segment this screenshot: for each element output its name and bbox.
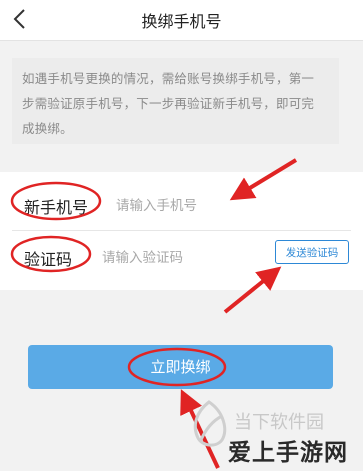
code-label: 验证码 (24, 250, 73, 269)
page-title: 换绑手机号 (141, 12, 222, 31)
info-notice: 如遇手机号更换的情况，需给账号换绑手机号，第一 步需验证原手机号，下一步再验证新… (12, 58, 339, 144)
rebind-submit-button[interactable]: 立即换绑 (28, 345, 333, 389)
watermark-logo-icon (193, 400, 227, 447)
rebind-form: 新手机号 验证码 发送验证码 (0, 172, 363, 290)
watermark-text-2: 爱上手游网 (228, 440, 348, 466)
notice-line: 步需验证原手机号，下一步再验证新手机号，即可完 (22, 96, 315, 111)
title-bar: 换绑手机号 (0, 0, 363, 41)
notice-line: 成换绑。 (22, 121, 73, 136)
notice-line: 如遇手机号更换的情况，需给账号换绑手机号，第一 (22, 71, 315, 86)
send-code-button[interactable]: 发送验证码 (275, 240, 349, 264)
watermark-text-1: 当下软件园 (234, 412, 324, 433)
phone-row: 新手机号 (0, 180, 363, 232)
code-input[interactable] (100, 244, 264, 272)
phone-label: 新手机号 (24, 198, 89, 217)
phone-input[interactable] (114, 192, 318, 220)
divider (12, 230, 351, 231)
